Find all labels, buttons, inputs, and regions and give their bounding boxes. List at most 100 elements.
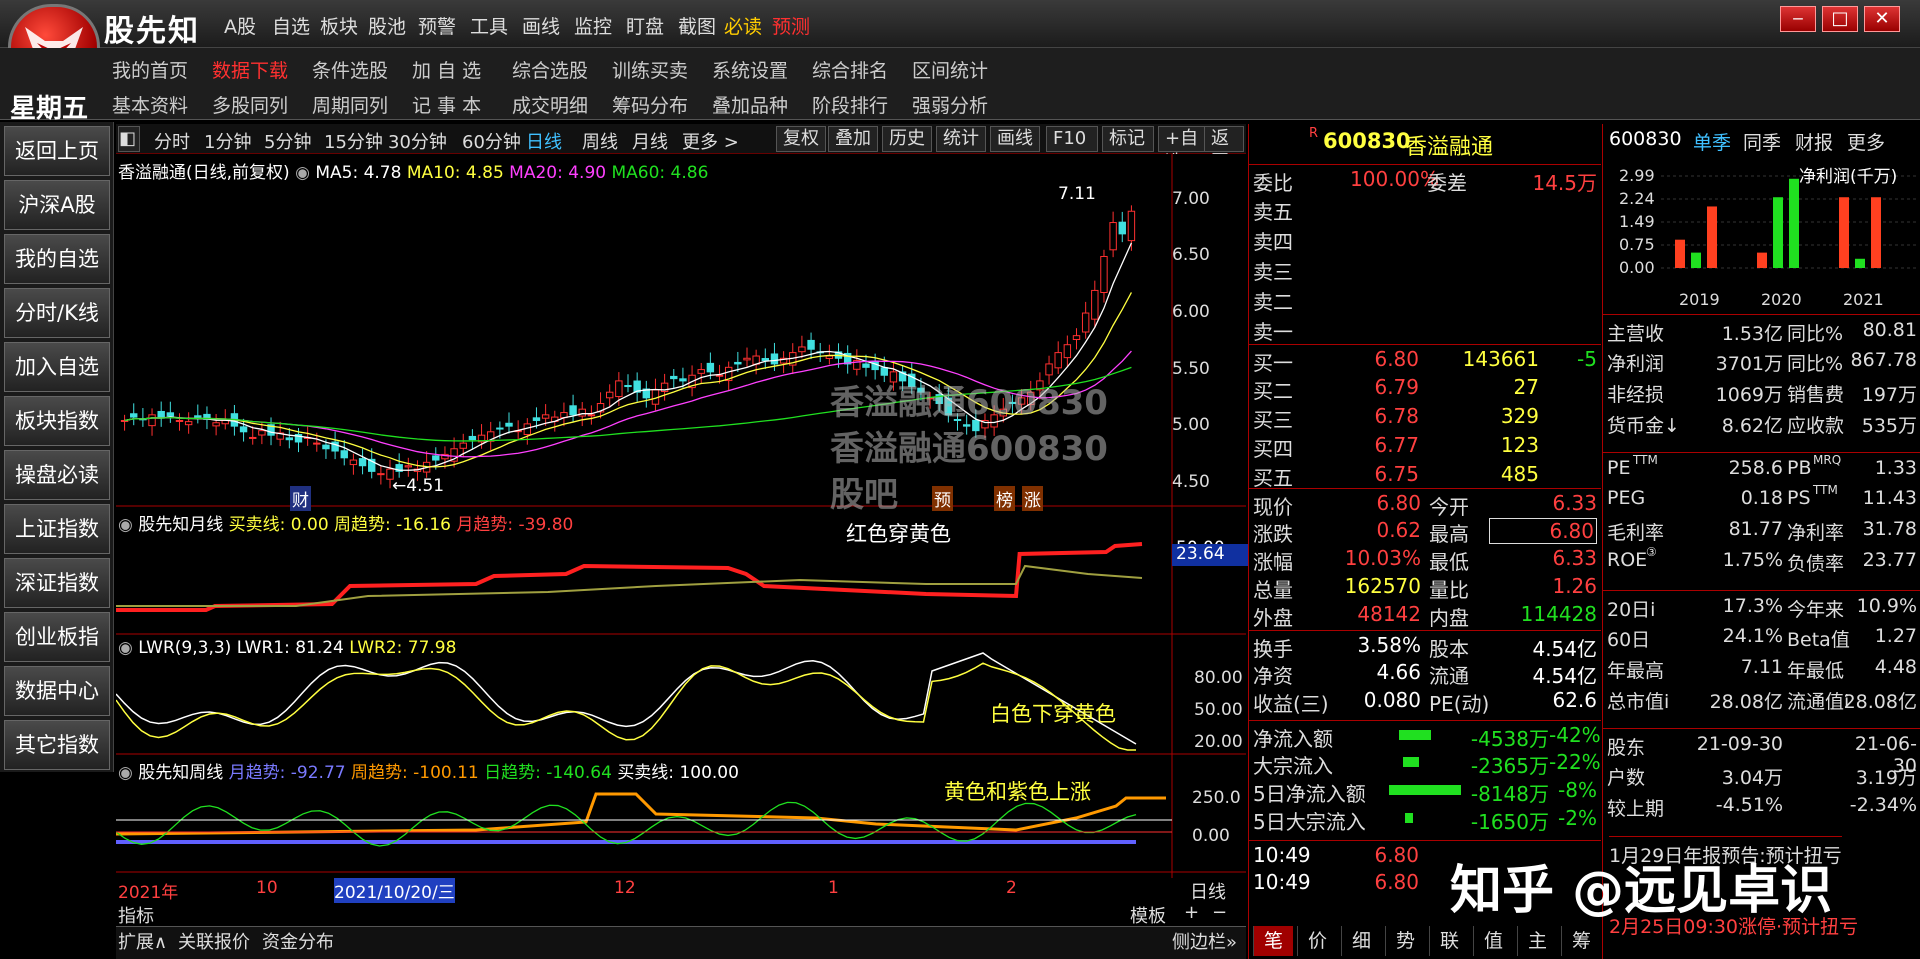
sell-order-row: 卖四	[1249, 224, 1601, 254]
period-tab[interactable]: 15分钟	[324, 128, 383, 154]
period-tab[interactable]: 日线	[526, 128, 562, 154]
period-tab[interactable]: 分时	[154, 128, 190, 154]
minimize-button[interactable]: ‒	[1780, 6, 1816, 32]
bottom-control[interactable]: +	[1184, 902, 1199, 923]
nav-item[interactable]: 系统设置	[712, 56, 788, 83]
quote-tab[interactable]: 值	[1473, 926, 1513, 956]
nav-item[interactable]: 综合排名	[812, 56, 888, 83]
top-menu-item[interactable]: 板块	[320, 12, 358, 39]
bottom-tab[interactable]: 扩展∧	[118, 928, 167, 954]
period-tab[interactable]: 月线	[632, 128, 668, 154]
nav-item[interactable]: 训练买卖	[612, 56, 688, 83]
legend-toggle-icon[interactable]: ◉	[118, 638, 133, 658]
nav-item[interactable]: 多股同列	[212, 91, 288, 118]
event-marker[interactable]: 预	[932, 486, 953, 511]
sidebar-button[interactable]: 我的自选	[4, 234, 110, 284]
sidebar-button[interactable]: 创业板指	[4, 612, 110, 662]
toolbar-button[interactable]: 返回	[1204, 126, 1244, 173]
finance-value: 535万	[1861, 415, 1917, 437]
top-menu-item[interactable]: 截图	[678, 12, 716, 39]
nav-item[interactable]: 我的首页	[112, 56, 188, 83]
sidebar-button[interactable]: 数据中心	[4, 666, 110, 716]
finance-tab[interactable]: 单季	[1693, 128, 1731, 155]
quote-tab[interactable]: 联	[1429, 926, 1469, 956]
bottom-control[interactable]: 模板	[1130, 902, 1166, 928]
quote-tab[interactable]: 筹	[1561, 926, 1601, 956]
sidebar-button[interactable]: 操盘必读	[4, 450, 110, 500]
period-tab[interactable]: 更多 >	[682, 128, 739, 154]
toolbar-button[interactable]: 复权	[776, 126, 826, 152]
toolbar-button[interactable]: F10	[1046, 126, 1098, 152]
top-menu-item[interactable]: 预警	[418, 12, 456, 39]
top-menu-item[interactable]: 预测	[772, 12, 810, 39]
quote-tab[interactable]: 细	[1341, 926, 1381, 956]
bottom-tab[interactable]: 关联报价	[178, 928, 250, 954]
quote-tab[interactable]: 势	[1385, 926, 1425, 956]
event-marker[interactable]: 财	[290, 486, 311, 511]
toolbar-button[interactable]: 画线	[990, 126, 1040, 152]
sidebar-button[interactable]: 板块指数	[4, 396, 110, 446]
nav-item[interactable]: 基本资料	[112, 91, 188, 118]
finance-tab[interactable]: 更多	[1847, 128, 1885, 155]
period-tab[interactable]: 1分钟	[204, 128, 251, 154]
maximize-button[interactable]: □	[1822, 6, 1858, 32]
sidebar-button[interactable]: 深证指数	[4, 558, 110, 608]
nav-item[interactable]: 阶段排行	[812, 91, 888, 118]
nav-item[interactable]: 叠加品种	[712, 91, 788, 118]
finance-value: -2.34%	[1849, 794, 1917, 816]
finance-tab[interactable]: 同季	[1743, 128, 1781, 155]
quote-tab[interactable]: 笔	[1253, 926, 1293, 956]
legend-toggle-icon[interactable]: ◉	[118, 763, 133, 783]
event-marker[interactable]: 榜	[994, 486, 1015, 511]
period-tab[interactable]: 60分钟	[462, 128, 521, 154]
legend-toggle-icon[interactable]: ◉	[295, 163, 310, 183]
nav-item[interactable]: 筹码分布	[612, 91, 688, 118]
panel-toggle-icon[interactable]: ◧	[118, 126, 140, 152]
sidebar-button[interactable]: 分时/K线	[4, 288, 110, 338]
close-button[interactable]: ✕	[1864, 6, 1900, 32]
quote-tab[interactable]: 主	[1517, 926, 1557, 956]
nav-item[interactable]: 综合选股	[512, 56, 588, 83]
top-menu-item[interactable]: 自选	[272, 12, 310, 39]
toolbar-button[interactable]: 标记	[1102, 126, 1154, 152]
bottom-control[interactable]: −	[1212, 902, 1227, 923]
top-menu-item[interactable]: 画线	[522, 12, 560, 39]
finance-value: 1.27	[1874, 625, 1917, 647]
nav-item[interactable]: 记 事 本	[412, 91, 481, 118]
top-menu-item[interactable]: 盯盘	[626, 12, 664, 39]
event-marker[interactable]: 涨	[1022, 486, 1043, 511]
nav-item[interactable]: 数据下载	[212, 56, 288, 83]
sidebar-button[interactable]: 沪深A股	[4, 180, 110, 230]
toolbar-button[interactable]: 历史	[882, 126, 932, 152]
top-menu-item[interactable]: 工具	[470, 12, 508, 39]
sidebar-button[interactable]: 其它指数	[4, 720, 110, 770]
bottom-tab[interactable]: 资金分布	[262, 928, 334, 954]
nav-item[interactable]: 条件选股	[312, 56, 388, 83]
nav-item[interactable]: 强弱分析	[912, 91, 988, 118]
toolbar-button[interactable]: 统计	[936, 126, 986, 152]
toolbar-button[interactable]: +自选	[1158, 126, 1206, 173]
toolbar-button[interactable]: 叠加	[828, 126, 878, 152]
bottom-tab[interactable]: 指标	[118, 902, 154, 928]
nav-item[interactable]: 成交明细	[512, 91, 588, 118]
period-tab[interactable]: 30分钟	[388, 128, 447, 154]
quote-tab[interactable]: 价	[1297, 926, 1337, 956]
top-menu-item[interactable]: 监控	[574, 12, 612, 39]
nav-item[interactable]: 加 自 选	[412, 56, 481, 83]
top-menu-item[interactable]: 股池	[368, 12, 406, 39]
nav-item[interactable]: 周期同列	[312, 91, 388, 118]
sidebar-button[interactable]: 上证指数	[4, 504, 110, 554]
sidebar-button[interactable]: 加入自选	[4, 342, 110, 392]
period-label[interactable]: 日线	[1190, 878, 1226, 904]
top-menu-item[interactable]: 必读	[724, 12, 762, 39]
top-menu-item[interactable]: A股	[224, 12, 256, 39]
app-name: 股先知	[104, 14, 200, 49]
bottom-control[interactable]: 侧边栏»	[1172, 928, 1237, 954]
sidebar-button[interactable]: 返回上页	[4, 126, 110, 176]
nav-item[interactable]: 区间统计	[912, 56, 988, 83]
finance-tab[interactable]: 财报	[1795, 128, 1833, 155]
legend-toggle-icon[interactable]: ◉	[118, 515, 133, 535]
p4-week-trend: 周趋势: -100.11	[351, 763, 479, 783]
period-tab[interactable]: 5分钟	[264, 128, 311, 154]
period-tab[interactable]: 周线	[582, 128, 618, 154]
